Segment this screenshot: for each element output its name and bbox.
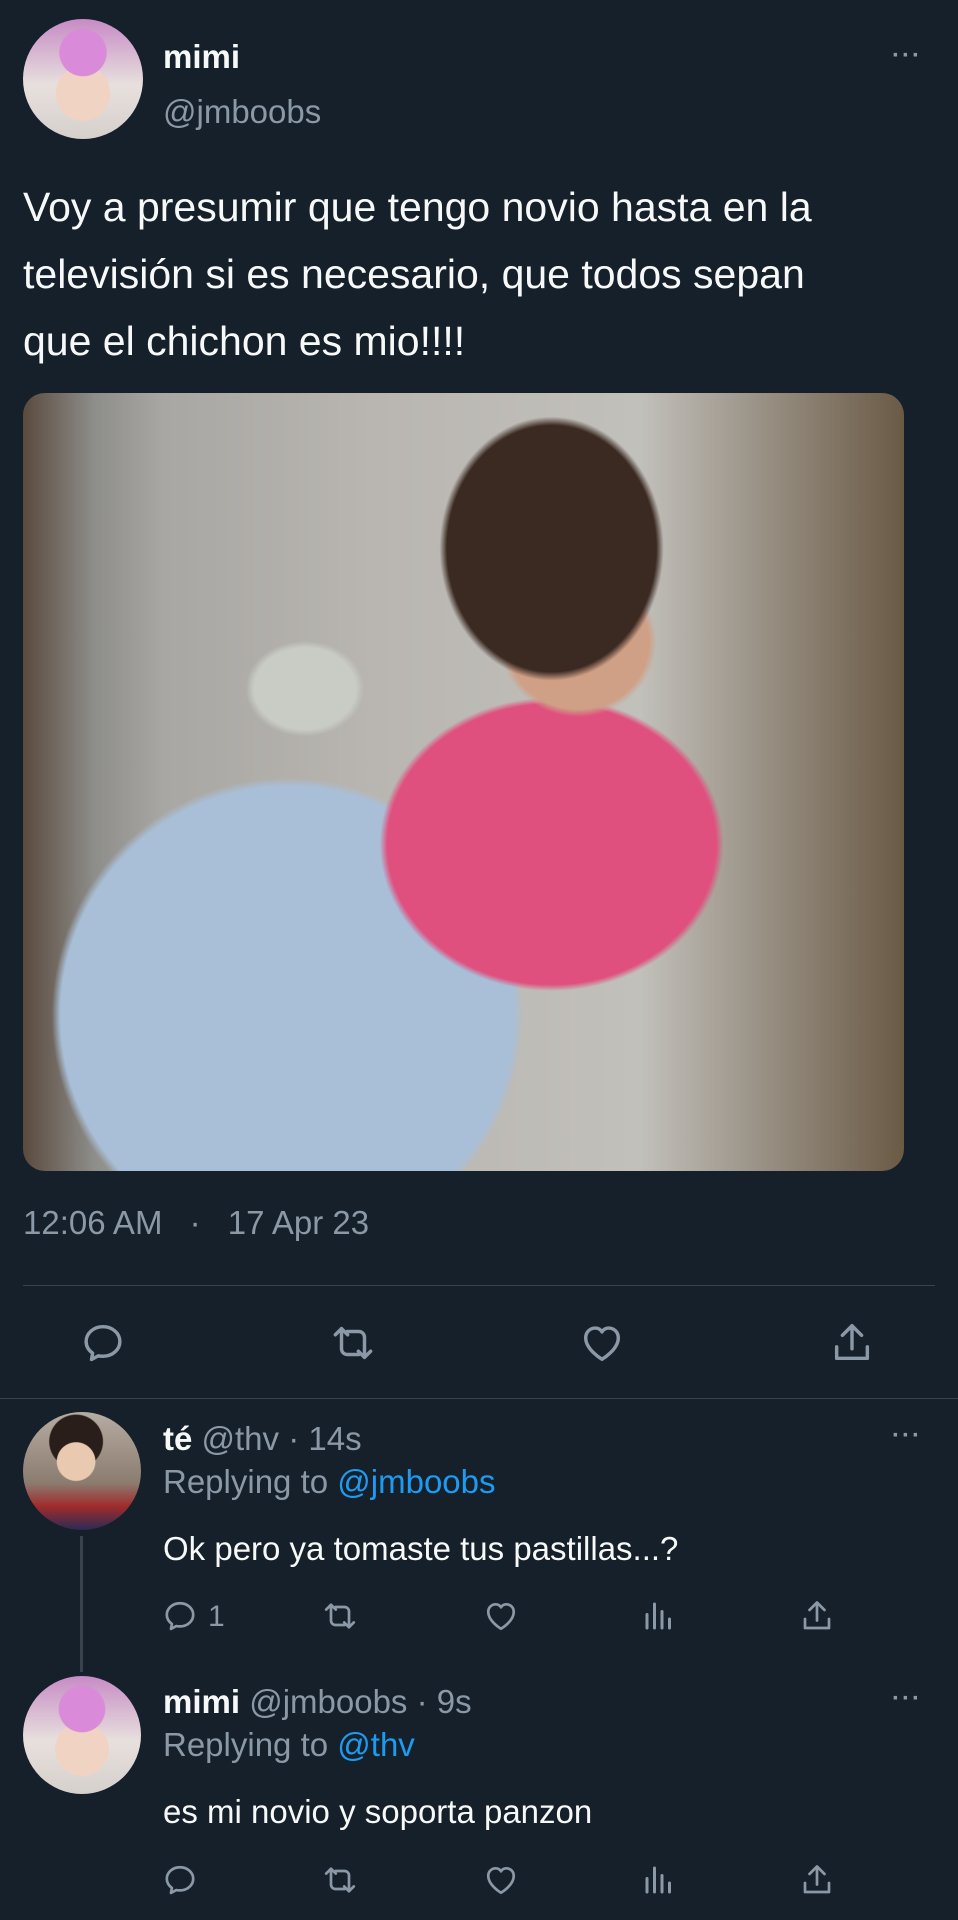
author-name[interactable]: mimi bbox=[163, 38, 240, 76]
retweet-icon[interactable] bbox=[322, 1862, 358, 1898]
avatar[interactable] bbox=[23, 1676, 141, 1794]
reply-icon[interactable] bbox=[162, 1598, 198, 1634]
views-icon[interactable] bbox=[641, 1862, 677, 1898]
reply-age[interactable]: · 9s bbox=[417, 1683, 472, 1720]
replying-label: Replying to bbox=[163, 1726, 329, 1763]
tweet-text-line: Voy a presumir que tengo novio hasta en … bbox=[23, 184, 812, 230]
divider bbox=[23, 1285, 935, 1286]
tweet-text: Voy a presumir que tengo novio hasta en … bbox=[23, 174, 938, 375]
reply-header: mimi @jmboobs · 9s bbox=[163, 1683, 472, 1721]
views-icon[interactable] bbox=[641, 1598, 677, 1634]
replying-label: Replying to bbox=[163, 1463, 329, 1500]
heart-icon[interactable] bbox=[483, 1862, 519, 1898]
more-options-button[interactable]: ··· bbox=[892, 1422, 922, 1450]
more-options-button[interactable]: ··· bbox=[892, 1685, 922, 1713]
author-handle[interactable]: @thv bbox=[202, 1420, 280, 1457]
reply-count: 1 bbox=[208, 1600, 225, 1633]
tweet-date[interactable]: 17 Apr 23 bbox=[228, 1204, 369, 1241]
replying-to: Replying to @thv bbox=[163, 1726, 415, 1764]
divider bbox=[0, 1398, 958, 1399]
share-icon[interactable] bbox=[799, 1598, 835, 1634]
heart-icon[interactable] bbox=[579, 1320, 625, 1366]
retweet-icon[interactable] bbox=[322, 1598, 358, 1634]
avatar[interactable] bbox=[23, 19, 143, 139]
tweet-text-line: que el chichon es mio!!!! bbox=[23, 318, 466, 364]
thread-line bbox=[80, 1536, 83, 1672]
share-icon[interactable] bbox=[799, 1862, 835, 1898]
avatar[interactable] bbox=[23, 1412, 141, 1530]
author-name[interactable]: té bbox=[163, 1420, 192, 1457]
reply-icon[interactable] bbox=[80, 1320, 126, 1366]
reply-age[interactable]: · 14s bbox=[288, 1420, 361, 1457]
separator-dot: · bbox=[189, 1204, 201, 1241]
tweet-text-line: televisión si es necesario, que todos se… bbox=[23, 251, 805, 297]
reply-icon[interactable] bbox=[162, 1862, 198, 1898]
mention-link[interactable]: @jmboobs bbox=[337, 1463, 495, 1500]
tweet-time[interactable]: 12:06 AM bbox=[23, 1204, 162, 1241]
author-handle[interactable]: @jmboobs bbox=[249, 1683, 407, 1720]
mention-link[interactable]: @thv bbox=[337, 1726, 415, 1763]
reply-text: Ok pero ya tomaste tus pastillas...? bbox=[163, 1530, 679, 1567]
heart-icon[interactable] bbox=[483, 1598, 519, 1634]
tweet-image[interactable] bbox=[23, 393, 904, 1171]
author-handle[interactable]: @jmboobs bbox=[163, 93, 321, 131]
retweet-icon[interactable] bbox=[330, 1320, 376, 1366]
reply-text: es mi novio y soporta panzon bbox=[163, 1793, 593, 1830]
more-options-button[interactable]: ··· bbox=[892, 42, 922, 70]
reply-header: té @thv · 14s bbox=[163, 1420, 362, 1458]
author-name[interactable]: mimi bbox=[163, 1683, 240, 1720]
share-icon[interactable] bbox=[829, 1320, 875, 1366]
replying-to: Replying to @jmboobs bbox=[163, 1463, 496, 1501]
tweet-timestamp: 12:06 AM · 17 Apr 23 bbox=[23, 1204, 369, 1242]
